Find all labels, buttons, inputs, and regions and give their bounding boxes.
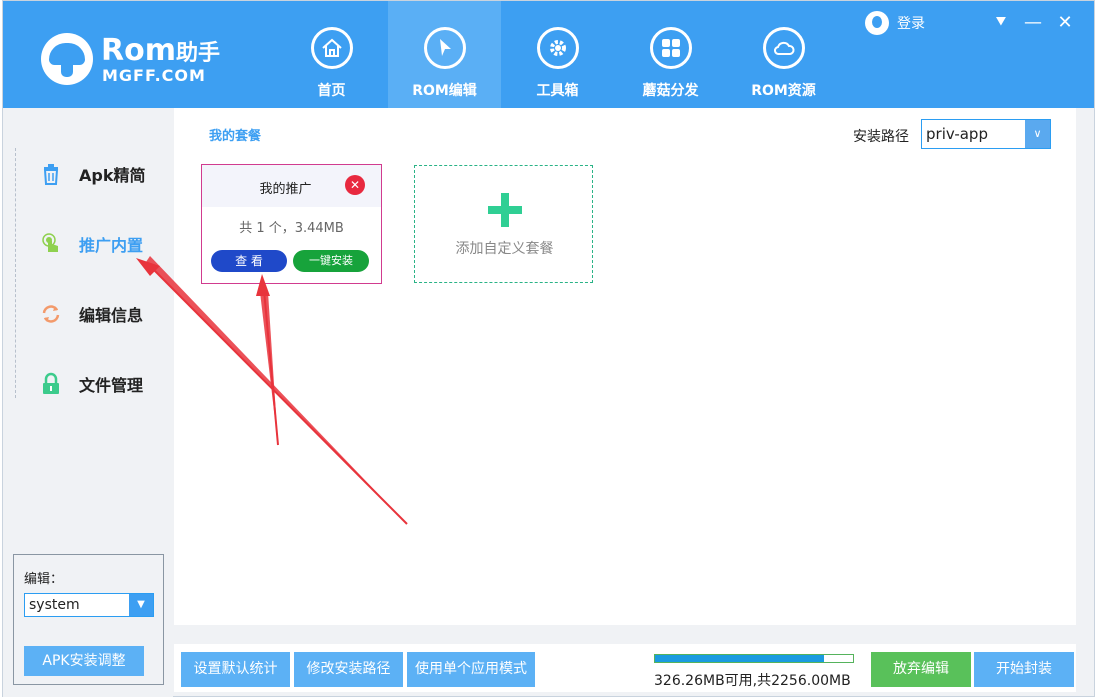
close-icon[interactable]: ✕ (1055, 11, 1075, 35)
login-button[interactable]: 登录 (865, 11, 925, 35)
sidebar-item-apk-slim[interactable]: Apk精简 (3, 154, 173, 194)
storage-progress-bar (654, 654, 854, 663)
menu-dropdown-icon[interactable]: ⯆ (991, 11, 1011, 35)
sidebar-item-label: 编辑信息 (79, 306, 144, 325)
logo-title: Rom助手 (101, 33, 220, 68)
chevron-down-icon: ∨ (1025, 120, 1050, 148)
add-custom-package-card[interactable]: 添加自定义套餐 (414, 165, 593, 283)
mushroom-logo-icon (41, 33, 93, 85)
one-click-install-button[interactable]: 一键安装 (293, 250, 369, 272)
section-title: 我的套餐 (209, 129, 262, 144)
sidebar-item-edit-info[interactable]: 编辑信息 (3, 294, 173, 334)
main-panel: 我的套餐 安装路径 priv-app ∨ 我的推广 ✕ 共 1 个，3.44MB… (174, 108, 1076, 625)
main-nav: 首页 ROM编辑 工具箱 蘑菇分发 ROM资源 (275, 1, 840, 108)
cursor-icon (424, 27, 466, 69)
minimize-icon[interactable]: — (1023, 11, 1043, 35)
nav-rom-resources[interactable]: ROM资源 (727, 1, 840, 108)
sidebar: Apk精简 推广内置 编辑信息 文件管理 编辑： system ▼ APK安装调… (3, 108, 173, 697)
nav-toolbox[interactable]: 工具箱 (501, 1, 614, 108)
change-install-path-button[interactable]: 修改安装路径 (294, 652, 403, 687)
home-icon (311, 27, 353, 69)
cloud-icon (763, 27, 805, 69)
trash-icon (43, 164, 59, 185)
nav-rom-edit[interactable]: ROM编辑 (388, 1, 501, 108)
user-icon (865, 11, 889, 35)
sidebar-item-label: Apk精简 (79, 166, 146, 185)
install-path-select[interactable]: priv-app ∨ (921, 119, 1051, 149)
app-window: Rom助手 MGFF.COM 首页 ROM编辑 工具箱 蘑菇分发 ROM资源 登… (2, 0, 1095, 697)
storage-text: 326.26MB可用,共2256.00MB (654, 673, 851, 689)
lock-icon (43, 372, 59, 394)
start-pack-button[interactable]: 开始封装 (974, 652, 1074, 687)
window-controls: ⯆ — ✕ (991, 11, 1075, 35)
sidebar-item-promo-builtin[interactable]: 推广内置 (3, 224, 173, 264)
sidebar-item-file-manage[interactable]: 文件管理 (3, 364, 173, 404)
storage-progress-fill (655, 655, 825, 662)
set-default-stats-button[interactable]: 设置默认统计 (181, 652, 290, 687)
single-app-mode-button[interactable]: 使用单个应用模式 (407, 652, 535, 687)
gear-icon (537, 27, 579, 69)
grid-icon (650, 27, 692, 69)
install-path-label: 安装路径 (853, 129, 909, 145)
edit-panel: 编辑： system ▼ APK安装调整 (13, 554, 164, 685)
edit-label: 编辑： (24, 572, 64, 587)
edit-partition-select[interactable]: system ▼ (24, 593, 154, 617)
nav-home[interactable]: 首页 (275, 1, 388, 108)
package-card-title: 我的推广 (259, 182, 312, 197)
logo: Rom助手 MGFF.COM (41, 33, 241, 87)
close-icon[interactable]: ✕ (345, 175, 365, 195)
logo-subtitle: MGFF.COM (102, 66, 206, 85)
discard-edit-button[interactable]: 放弃编辑 (871, 652, 971, 687)
sidebar-item-label: 文件管理 (79, 376, 144, 395)
nav-mushroom-distribute[interactable]: 蘑菇分发 (614, 1, 727, 108)
refresh-icon (42, 305, 60, 323)
view-button[interactable]: 查 看 (211, 250, 287, 272)
apk-install-adjust-button[interactable]: APK安装调整 (24, 646, 144, 676)
sidebar-item-label: 推广内置 (79, 236, 144, 255)
plus-icon (488, 193, 522, 227)
package-card-header: 我的推广 ✕ (202, 165, 381, 207)
touch-icon (42, 233, 58, 252)
package-card: 我的推广 ✕ 共 1 个，3.44MB 查 看 一键安装 (201, 164, 382, 284)
header: Rom助手 MGFF.COM 首页 ROM编辑 工具箱 蘑菇分发 ROM资源 登… (3, 1, 1094, 108)
package-card-info: 共 1 个，3.44MB (239, 221, 344, 236)
chevron-down-icon: ▼ (129, 594, 153, 616)
add-custom-package-label: 添加自定义套餐 (455, 241, 554, 257)
bottom-bar: 设置默认统计 修改安装路径 使用单个应用模式 326.26MB可用,共2256.… (174, 644, 1076, 692)
